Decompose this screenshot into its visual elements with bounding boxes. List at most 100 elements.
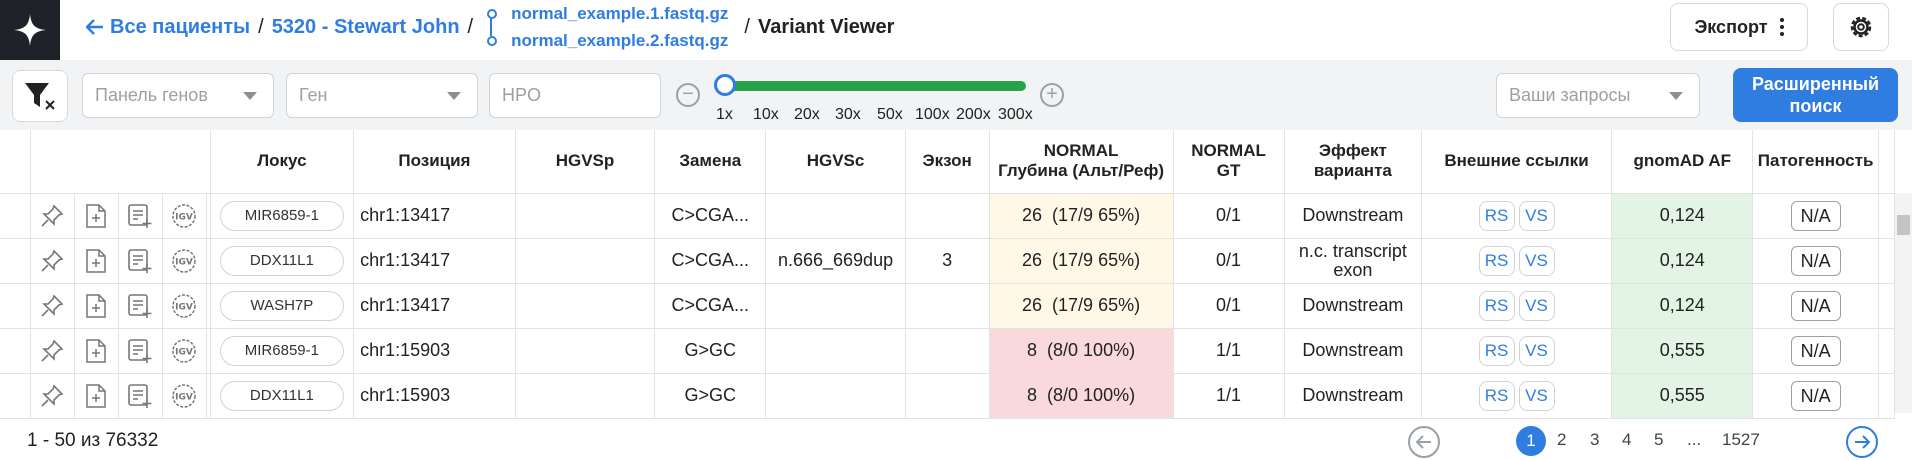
settings-button[interactable] (1833, 3, 1889, 51)
col-locus[interactable]: Локус (210, 130, 355, 194)
page-5[interactable]: 5 (1654, 430, 1663, 450)
vs-link-button[interactable]: VS (1518, 200, 1555, 231)
next-page-button[interactable] (1846, 426, 1878, 458)
add-to-list-icon[interactable] (119, 238, 163, 282)
locus-chip[interactable]: MIR6859-1 (219, 335, 344, 366)
export-button[interactable]: Экспорт (1670, 3, 1808, 51)
add-file-icon[interactable] (75, 238, 119, 282)
file-link-1[interactable]: normal_example.1.fastq.gz (487, 0, 728, 27)
scrollbar-thumb[interactable] (1897, 215, 1910, 235)
pathogenicity-badge[interactable]: N/A (1790, 200, 1841, 231)
page-4[interactable]: 4 (1622, 430, 1631, 450)
pin-icon[interactable] (31, 373, 75, 417)
add-file-icon[interactable] (75, 193, 119, 237)
col-depth[interactable]: NORMAL Глубина (Альт/Реф) (989, 130, 1174, 194)
add-file-icon[interactable] (75, 373, 119, 417)
clear-filters-button[interactable] (12, 70, 68, 122)
pin-icon[interactable] (31, 283, 75, 327)
col-hgvsp[interactable]: HGVSp (515, 130, 656, 194)
pathogenicity-badge[interactable]: N/A (1790, 245, 1841, 276)
depth-slider-handle[interactable] (714, 74, 736, 96)
arrow-left-icon (1416, 435, 1431, 449)
row-actions: IGV (30, 193, 211, 239)
igv-icon[interactable]: IGV (163, 238, 207, 282)
app-logo[interactable] (0, 0, 60, 60)
vs-link-button[interactable]: VS (1518, 335, 1555, 366)
col-gt[interactable]: NORMAL GT (1173, 130, 1285, 194)
add-file-icon[interactable] (75, 328, 119, 372)
gear-icon (1850, 16, 1872, 38)
table-row[interactable]: IGV MIR6859-1 chr1:13417 C>CGA... 26 (17/9 6… (0, 193, 1896, 239)
rs-link-button[interactable]: RS (1478, 380, 1515, 411)
gene-panel-select[interactable]: Панель генов (82, 73, 274, 118)
col-gnomad[interactable]: gnomAD AF (1611, 130, 1754, 194)
vs-link-button[interactable]: VS (1518, 380, 1555, 411)
saved-queries-select[interactable]: Ваши запросы (1496, 73, 1700, 118)
gene-select[interactable]: Ген (286, 73, 478, 118)
prev-page-button[interactable] (1408, 426, 1440, 458)
hpo-input[interactable]: HPO (489, 73, 661, 118)
col-position[interactable]: Позиция (353, 130, 516, 194)
vs-link-button[interactable]: VS (1518, 290, 1555, 321)
table-row[interactable]: IGV DDX11L1 chr1:15903 G>GC 8 (8/0 100%) 1/1 D… (0, 373, 1896, 419)
locus-chip[interactable]: DDX11L1 (219, 245, 344, 276)
igv-label: IGV (175, 257, 193, 267)
file-link-2[interactable]: normal_example.2.fastq.gz (487, 27, 728, 54)
advanced-search-button[interactable]: Расширенный поиск (1733, 68, 1898, 122)
depth-tick: 100x (915, 106, 950, 123)
rs-link-button[interactable]: RS (1478, 200, 1515, 231)
pathogenicity-badge[interactable]: N/A (1790, 380, 1841, 411)
pin-icon[interactable] (31, 238, 75, 282)
add-to-list-icon[interactable] (119, 328, 163, 372)
add-file-icon[interactable] (75, 283, 119, 327)
rs-link-button[interactable]: RS (1478, 245, 1515, 276)
vs-link-button[interactable]: VS (1518, 245, 1555, 276)
position-cell: chr1:15903 (353, 328, 516, 374)
rs-link-button[interactable]: RS (1478, 335, 1515, 366)
page-last[interactable]: 1527 (1722, 430, 1760, 450)
page-3[interactable]: 3 (1590, 430, 1599, 450)
add-to-list-icon[interactable] (119, 193, 163, 237)
table-row[interactable]: IGV MIR6859-1 chr1:15903 G>GC 8 (8/0 100%) 1/… (0, 328, 1896, 374)
col-exon[interactable]: Экзон (905, 130, 990, 194)
table-scrollbar[interactable] (1895, 193, 1912, 413)
table-header-row: Локус Позиция HGVSp Замена HGVSc Экзон N… (0, 130, 1896, 194)
breadcrumb-all-patients[interactable]: Все пациенты (110, 16, 250, 39)
rs-link-button[interactable]: RS (1478, 290, 1515, 321)
igv-icon[interactable]: IGV (163, 373, 207, 417)
igv-icon[interactable]: IGV (163, 328, 207, 372)
depth-increase-button[interactable]: + (1040, 83, 1064, 107)
breadcrumb-patient[interactable]: 5320 - Stewart John (272, 16, 460, 39)
chevron-down-icon (1669, 92, 1683, 100)
hgvsc-cell (765, 373, 906, 419)
gnomad-cell: 0,555 (1611, 373, 1754, 419)
page-2[interactable]: 2 (1557, 430, 1566, 450)
table-row[interactable]: IGV WASH7P chr1:13417 C>CGA... 26 (17/9 65%)… (0, 283, 1896, 329)
locus-chip[interactable]: MIR6859-1 (219, 200, 344, 231)
pathogenicity-badge[interactable]: N/A (1790, 335, 1841, 366)
col-hgvsc[interactable]: HGVSc (765, 130, 906, 194)
col-substitution[interactable]: Замена (654, 130, 767, 194)
depth-tick: 10x (753, 106, 779, 123)
saved-queries-placeholder: Ваши запросы (1509, 85, 1631, 105)
igv-icon[interactable]: IGV (163, 193, 207, 237)
locus-chip[interactable]: WASH7P (219, 290, 344, 321)
row-actions: IGV (30, 238, 211, 284)
breadcrumb-files: normal_example.1.fastq.gz normal_example… (487, 0, 728, 54)
col-external-links[interactable]: Внешние ссылки (1421, 130, 1612, 194)
col-pathogenicity[interactable]: Патогенность (1752, 130, 1879, 194)
depth-slider-track[interactable] (724, 81, 1026, 91)
col-effect[interactable]: Эффект варианта (1284, 130, 1423, 194)
pin-icon[interactable] (31, 328, 75, 372)
gene-panel-placeholder: Панель генов (95, 85, 208, 105)
igv-icon[interactable]: IGV (163, 283, 207, 327)
locus-chip[interactable]: DDX11L1 (219, 380, 344, 411)
pathogenicity-badge[interactable]: N/A (1790, 290, 1841, 321)
position-cell: chr1:13417 (353, 193, 516, 239)
depth-decrease-button[interactable]: − (676, 83, 700, 107)
add-to-list-icon[interactable] (119, 373, 163, 417)
add-to-list-icon[interactable] (119, 283, 163, 327)
page-1[interactable]: 1 (1516, 426, 1546, 456)
pin-icon[interactable] (31, 193, 75, 237)
table-row[interactable]: IGV DDX11L1 chr1:13417 C>CGA... n.666_669dup… (0, 238, 1896, 284)
